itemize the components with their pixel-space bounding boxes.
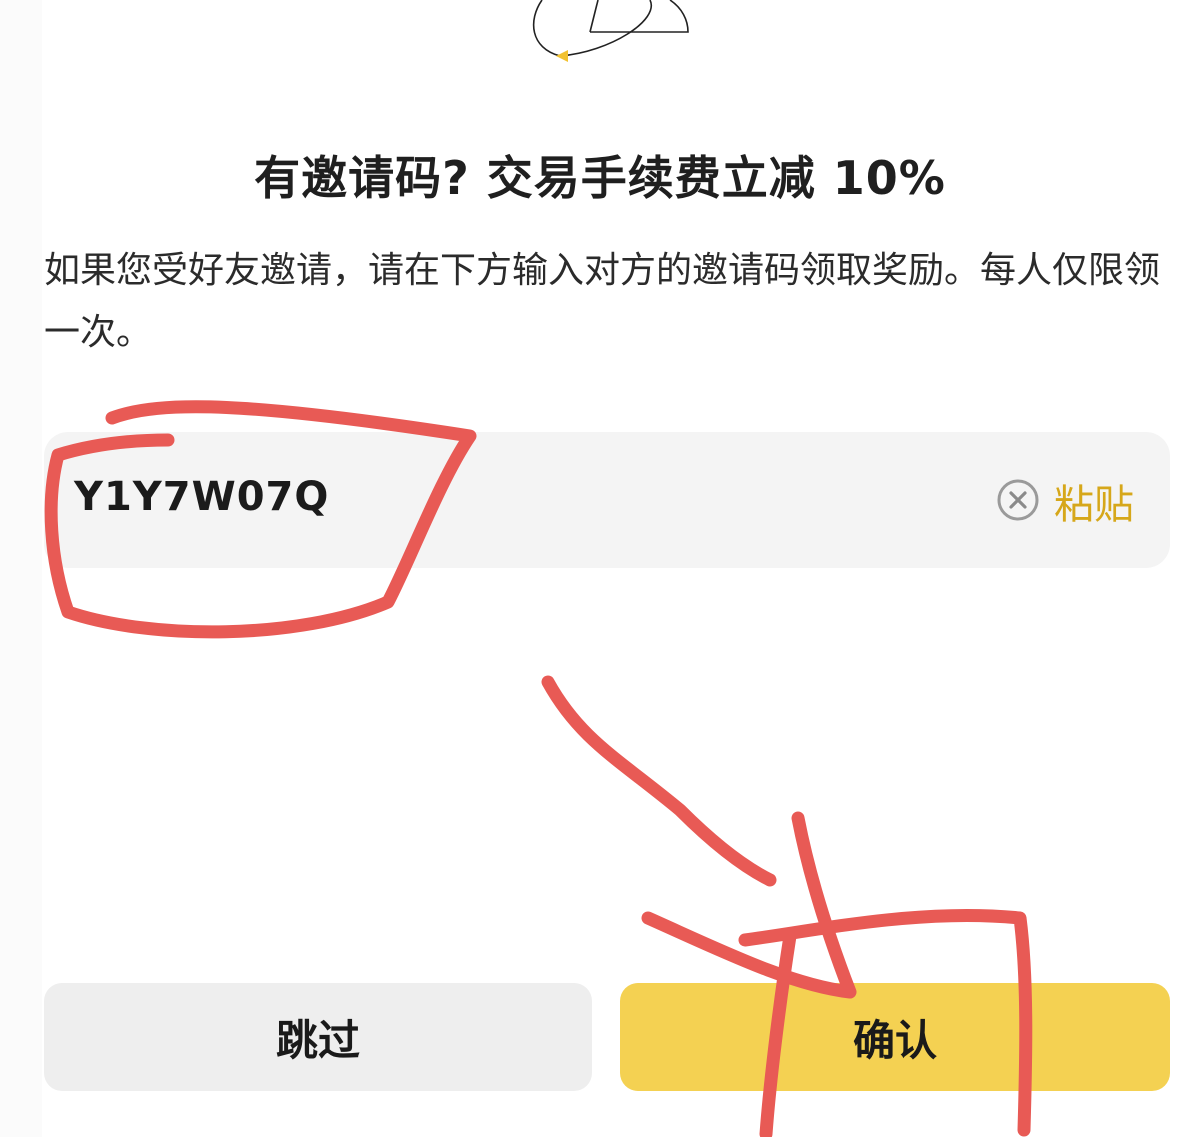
annotation-arrow-shaft xyxy=(541,675,777,887)
confirm-button[interactable]: 确认 xyxy=(620,983,1170,1091)
page-title: 有邀请码? 交易手续费立减 10% xyxy=(254,151,946,205)
skip-button[interactable]: 跳过 xyxy=(44,983,592,1091)
paste-button[interactable]: 粘贴 xyxy=(1054,472,1134,530)
illustration xyxy=(532,0,689,62)
skip-button-label: 跳过 xyxy=(275,1015,360,1065)
annotation-arrow-head xyxy=(641,811,857,999)
confirm-button-label: 确认 xyxy=(852,1015,937,1065)
invite-code-screen: 有邀请码? 交易手续费立减 10% 如果您受好友邀请，请在下方输入对方的邀请码领… xyxy=(0,0,1200,1137)
invite-code-field[interactable]: Y1Y7W07Q 粘贴 xyxy=(44,432,1170,568)
invite-code-value[interactable]: Y1Y7W07Q xyxy=(74,474,329,520)
description-text: 如果您受好友邀请，请在下方输入对方的邀请码领取奖励。每人仅限领一次。 xyxy=(44,250,1161,353)
clear-circle-icon[interactable] xyxy=(996,478,1040,522)
